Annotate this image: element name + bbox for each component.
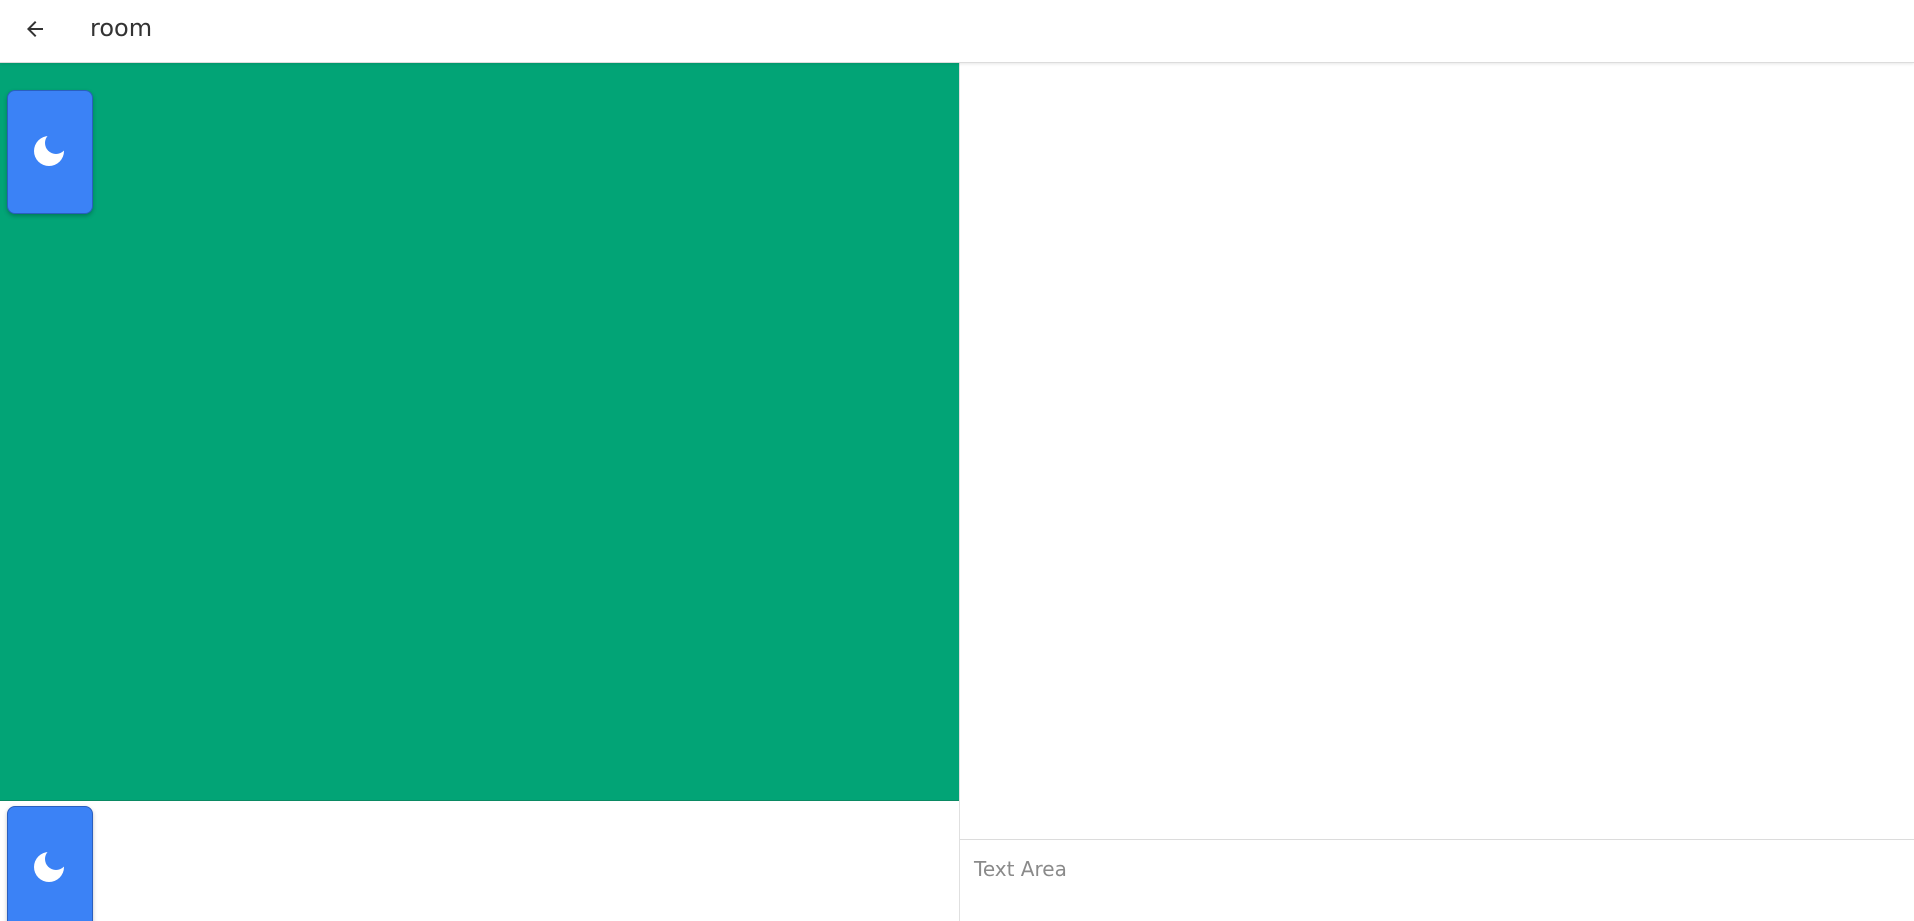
page-title: room [90,14,153,42]
chat-text-area[interactable] [960,840,1914,921]
moon-icon [32,848,68,888]
app-root: room [0,0,1914,921]
opponent-card[interactable] [7,90,93,214]
player-card[interactable] [7,806,93,921]
chat-panel [960,63,1914,921]
arrow-left-icon [23,17,47,45]
game-table [0,63,959,801]
game-panel [0,63,959,921]
back-button[interactable] [14,10,56,52]
moon-icon [32,132,68,172]
message-list [960,63,1914,839]
top-app-bar: room [0,0,1914,63]
